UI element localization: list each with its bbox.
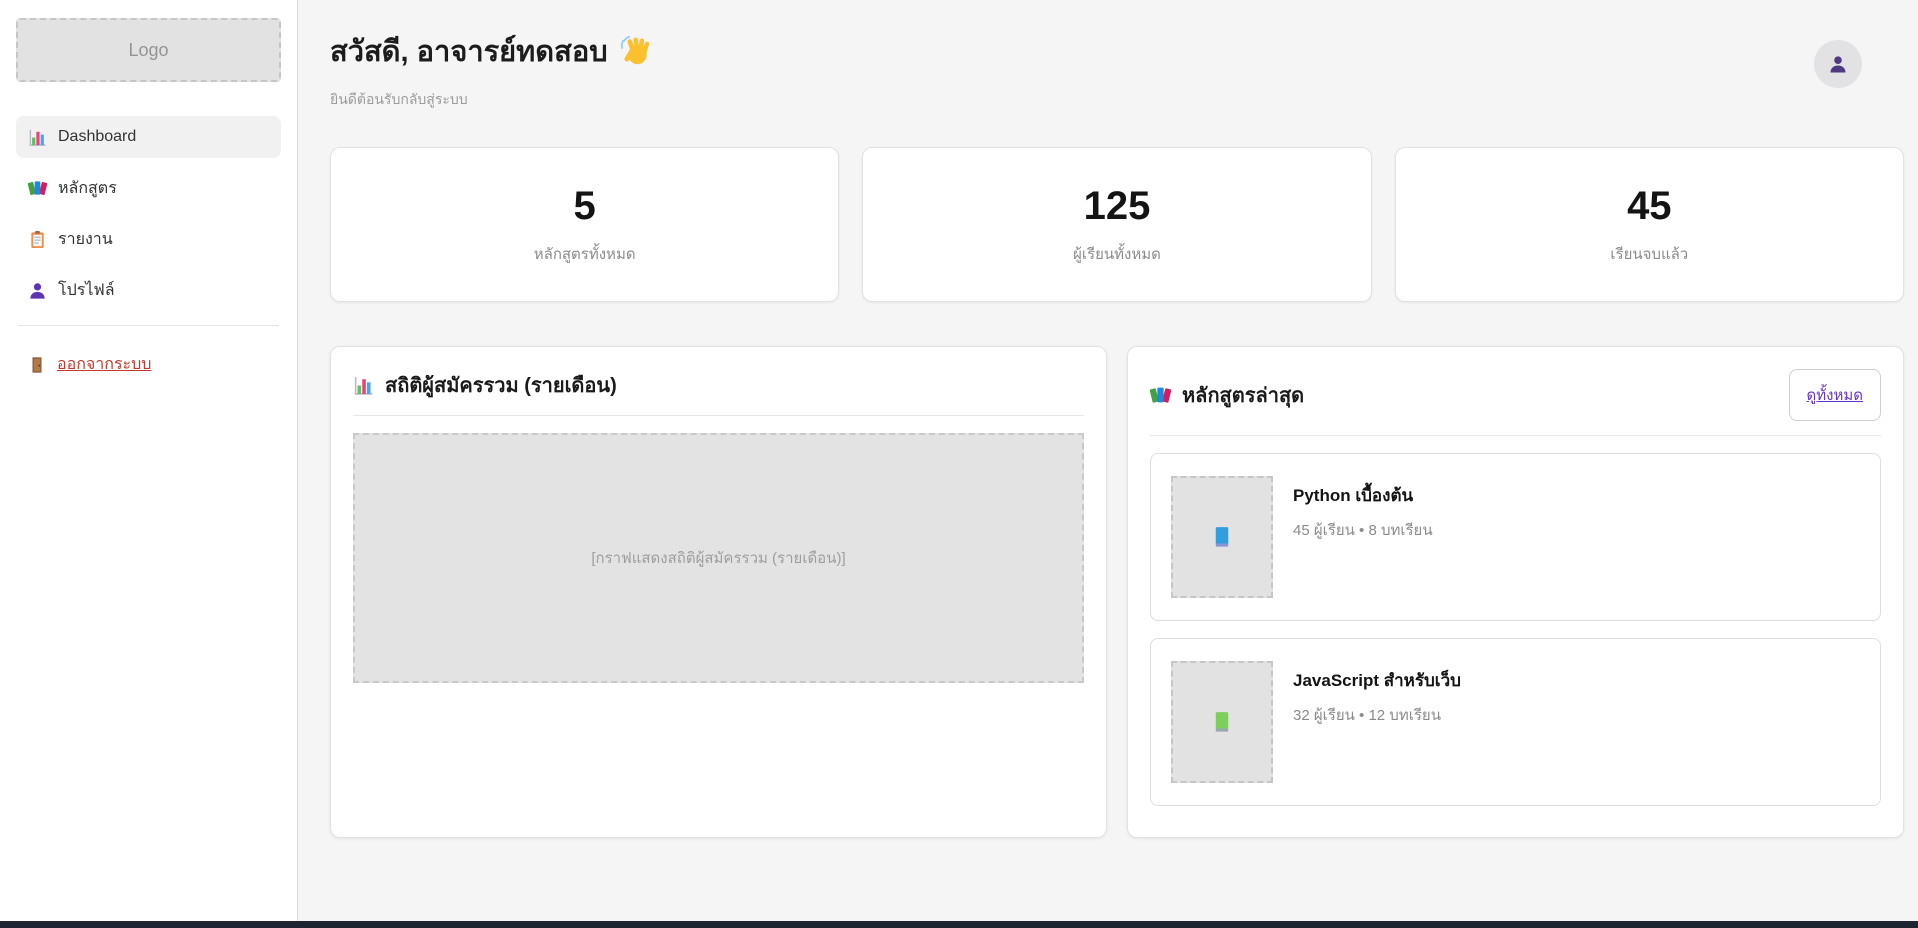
footer-bar <box>0 921 1918 928</box>
clipboard-icon <box>28 230 47 249</box>
courses-panel-title-text: หลักสูตรล่าสุด <box>1182 379 1304 411</box>
bar-chart-icon <box>28 128 47 147</box>
page-title: สวัสดี, อาจารย์ทดสอบ <box>330 28 652 74</box>
course-info: JavaScript สำหรับเว็บ 32 ผู้เรียน • 12 บ… <box>1293 661 1461 783</box>
greeting-block: สวัสดี, อาจารย์ทดสอบ <box>330 28 652 111</box>
sidebar: Logo Dashboard <box>0 0 298 921</box>
page-header: สวัสดี, อาจารย์ทดสอบ <box>330 28 1904 111</box>
course-card-python[interactable]: Python เบื้องต้น 45 ผู้เรียน • 8 บทเรียน <box>1150 453 1881 621</box>
sidebar-item-courses[interactable]: หลักสูตร <box>16 167 281 209</box>
sidebar-item-label: Dashboard <box>58 128 136 146</box>
page-subtitle: ยินดีต้อนรับกลับสู่ระบบ <box>330 89 652 111</box>
logo-text: Logo <box>128 40 168 61</box>
stat-total-courses: 5 หลักสูตรทั้งหมด <box>330 147 839 302</box>
course-title: JavaScript สำหรับเว็บ <box>1293 667 1461 694</box>
courses-panel-header: หลักสูตรล่าสุด ดูทั้งหมด <box>1150 369 1881 436</box>
chart-placeholder: [กราฟแสดงสถิติผู้สมัครรวม (รายเดือน)] <box>353 433 1084 683</box>
logo-placeholder: Logo <box>16 18 281 82</box>
sidebar-item-reports[interactable]: รายงาน <box>16 218 281 260</box>
logout-link[interactable]: ออกจากระบบ <box>16 352 281 377</box>
sidebar-item-label: หลักสูตร <box>58 176 117 201</box>
avatar[interactable] <box>1814 40 1862 88</box>
course-thumbnail <box>1171 476 1273 598</box>
stat-total-learners: 125 ผู้เรียนทั้งหมด <box>862 147 1371 302</box>
stat-completed: 45 เรียนจบแล้ว <box>1395 147 1904 302</box>
stat-value: 45 <box>1627 184 1672 229</box>
person-icon <box>28 281 47 300</box>
bar-chart-icon <box>353 375 374 396</box>
sidebar-item-label: รายงาน <box>58 227 113 252</box>
chart-panel-title: สถิติผู้สมัครรวม (รายเดือน) <box>353 369 617 401</box>
sidebar-item-label: โปรไฟล์ <box>58 278 115 303</box>
person-icon <box>1828 54 1848 74</box>
blue-book-icon <box>1210 525 1234 549</box>
view-all-button[interactable]: ดูทั้งหมด <box>1789 369 1881 421</box>
panels-row: สถิติผู้สมัครรวม (รายเดือน) [กราฟแสดงสถิ… <box>330 346 1904 838</box>
logout-label: ออกจากระบบ <box>57 352 151 377</box>
course-meta: 32 ผู้เรียน • 12 บทเรียน <box>1293 703 1461 727</box>
stat-value: 5 <box>574 184 596 229</box>
stats-row: 5 หลักสูตรทั้งหมด 125 ผู้เรียนทั้งหมด 45… <box>330 147 1904 302</box>
greeting-text: สวัสดี, อาจารย์ทดสอบ <box>330 28 608 74</box>
stat-value: 125 <box>1084 184 1151 229</box>
stat-label: เรียนจบแล้ว <box>1610 242 1688 266</box>
course-meta: 45 ผู้เรียน • 8 บทเรียน <box>1293 518 1433 542</box>
door-icon <box>28 356 46 374</box>
main-content: สวัสดี, อาจารย์ทดสอบ <box>298 0 1918 921</box>
green-book-icon <box>1210 710 1234 734</box>
stat-label: หลักสูตรทั้งหมด <box>534 242 636 266</box>
sidebar-divider <box>18 325 279 326</box>
chart-panel-header: สถิติผู้สมัครรวม (รายเดือน) <box>353 369 1084 416</box>
stat-label: ผู้เรียนทั้งหมด <box>1073 242 1161 266</box>
sidebar-nav: Dashboard หลักสูตร <box>16 116 281 311</box>
chart-panel-title-text: สถิติผู้สมัครรวม (รายเดือน) <box>385 369 617 401</box>
books-icon <box>28 179 47 198</box>
sidebar-item-dashboard[interactable]: Dashboard <box>16 116 281 158</box>
books-icon <box>1150 385 1171 406</box>
waving-hand-icon <box>620 35 652 67</box>
latest-courses-panel: หลักสูตรล่าสุด ดูทั้งหมด <box>1127 346 1904 838</box>
course-card-javascript[interactable]: JavaScript สำหรับเว็บ 32 ผู้เรียน • 12 บ… <box>1150 638 1881 806</box>
chart-placeholder-text: [กราฟแสดงสถิติผู้สมัครรวม (รายเดือน)] <box>591 546 845 570</box>
enrollment-chart-panel: สถิติผู้สมัครรวม (รายเดือน) [กราฟแสดงสถิ… <box>330 346 1107 838</box>
app-window: Logo Dashboard <box>0 0 1918 921</box>
course-title: Python เบื้องต้น <box>1293 482 1433 509</box>
course-thumbnail <box>1171 661 1273 783</box>
course-info: Python เบื้องต้น 45 ผู้เรียน • 8 บทเรียน <box>1293 476 1433 598</box>
sidebar-item-profile[interactable]: โปรไฟล์ <box>16 269 281 311</box>
courses-panel-title: หลักสูตรล่าสุด <box>1150 379 1304 411</box>
